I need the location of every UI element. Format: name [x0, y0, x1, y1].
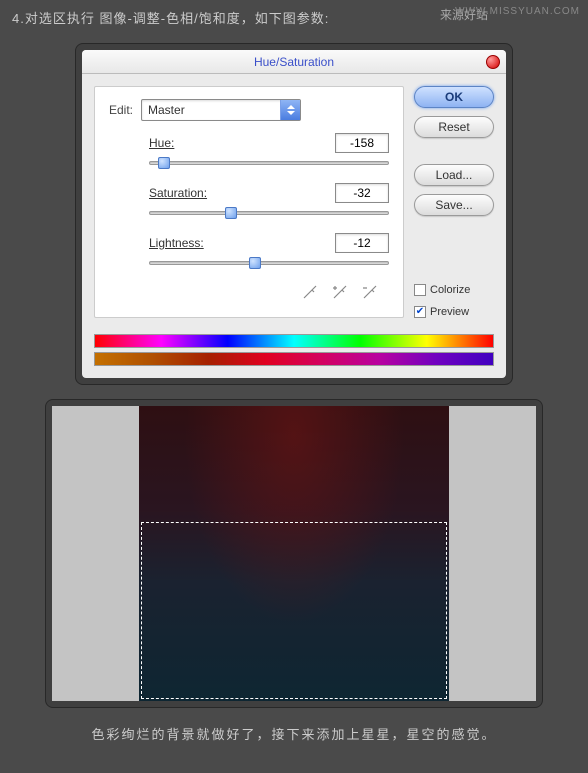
dialog-frame: Hue/Saturation Edit: Master Hue:: [75, 43, 513, 385]
lightness-input[interactable]: [335, 233, 389, 253]
hue-input[interactable]: [335, 133, 389, 153]
lightness-label: Lightness:: [149, 236, 335, 250]
eyedropper-plus-icon[interactable]: [331, 283, 349, 301]
nebula-image: [139, 406, 449, 701]
preview-label: Preview: [430, 306, 469, 318]
save-button[interactable]: Save...: [414, 194, 494, 216]
gradient-bars: [82, 334, 506, 378]
preview-checkbox[interactable]: [414, 306, 426, 318]
load-button[interactable]: Load...: [414, 164, 494, 186]
lightness-slider[interactable]: [149, 261, 389, 265]
saturation-slider[interactable]: [149, 211, 389, 215]
shifted-spectrum-bar: [94, 352, 494, 366]
hue-slider[interactable]: [149, 161, 389, 165]
slider-thumb-icon[interactable]: [249, 257, 261, 269]
reset-button[interactable]: Reset: [414, 116, 494, 138]
preview-canvas: [52, 406, 536, 701]
titlebar: Hue/Saturation: [82, 50, 506, 74]
controls-panel: Edit: Master Hue:: [94, 86, 404, 318]
hue-row: Hue:: [149, 133, 389, 165]
colorize-label: Colorize: [430, 284, 470, 296]
eyedropper-icon[interactable]: [301, 283, 319, 301]
ok-button[interactable]: OK: [414, 86, 494, 108]
edit-combo[interactable]: Master: [141, 99, 301, 121]
saturation-input[interactable]: [335, 183, 389, 203]
hue-saturation-dialog: Hue/Saturation Edit: Master Hue:: [82, 50, 506, 378]
slider-thumb-icon[interactable]: [158, 157, 170, 169]
watermark-url: WWW.MISSYUAN.COM: [455, 6, 580, 17]
edit-label: Edit:: [109, 103, 133, 117]
colorize-checkbox[interactable]: [414, 284, 426, 296]
dialog-title: Hue/Saturation: [254, 55, 334, 69]
close-icon[interactable]: [486, 55, 500, 69]
button-column: OK Reset Load... Save... Colorize Previe…: [414, 86, 494, 318]
hue-label: Hue:: [149, 136, 335, 150]
selection-marquee: [141, 522, 447, 699]
preview-frame: [45, 399, 543, 708]
edit-value: Master: [142, 103, 280, 117]
saturation-row: Saturation:: [149, 183, 389, 215]
combo-arrows-icon[interactable]: [280, 100, 300, 120]
hue-spectrum-bar: [94, 334, 494, 348]
footer-text: 色彩绚烂的背景就做好了，接下来添加上星星，星空的感觉。: [0, 724, 588, 743]
eyedropper-minus-icon[interactable]: [361, 283, 379, 301]
saturation-label: Saturation:: [149, 186, 335, 200]
slider-thumb-icon[interactable]: [225, 207, 237, 219]
lightness-row: Lightness:: [149, 233, 389, 265]
